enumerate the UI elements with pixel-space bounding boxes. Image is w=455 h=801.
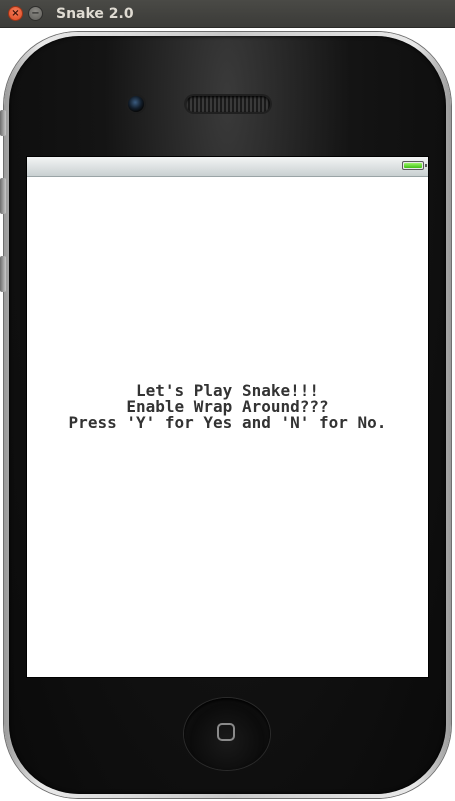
minimize-icon[interactable]: − [28,6,43,21]
volume-up-button [0,178,6,214]
speaker-grille [186,96,270,112]
home-square-icon [217,723,235,741]
mute-switch [0,110,6,136]
window-titlebar: × − Snake 2.0 [0,0,455,28]
volume-down-button [0,256,6,292]
close-icon[interactable]: × [8,6,23,21]
camera-icon [128,96,144,112]
battery-fill [404,163,422,168]
status-bar [27,157,428,177]
prompt-line-instructions: Press 'Y' for Yes and 'N' for No. [68,413,387,432]
phone-screen[interactable]: Let's Play Snake!!! Enable Wrap Around??… [27,157,428,677]
battery-icon [402,161,427,170]
battery-tip [425,164,427,167]
window-title: Snake 2.0 [56,6,134,22]
game-prompt: Let's Play Snake!!! Enable Wrap Around??… [27,383,428,431]
home-button[interactable] [184,698,270,770]
